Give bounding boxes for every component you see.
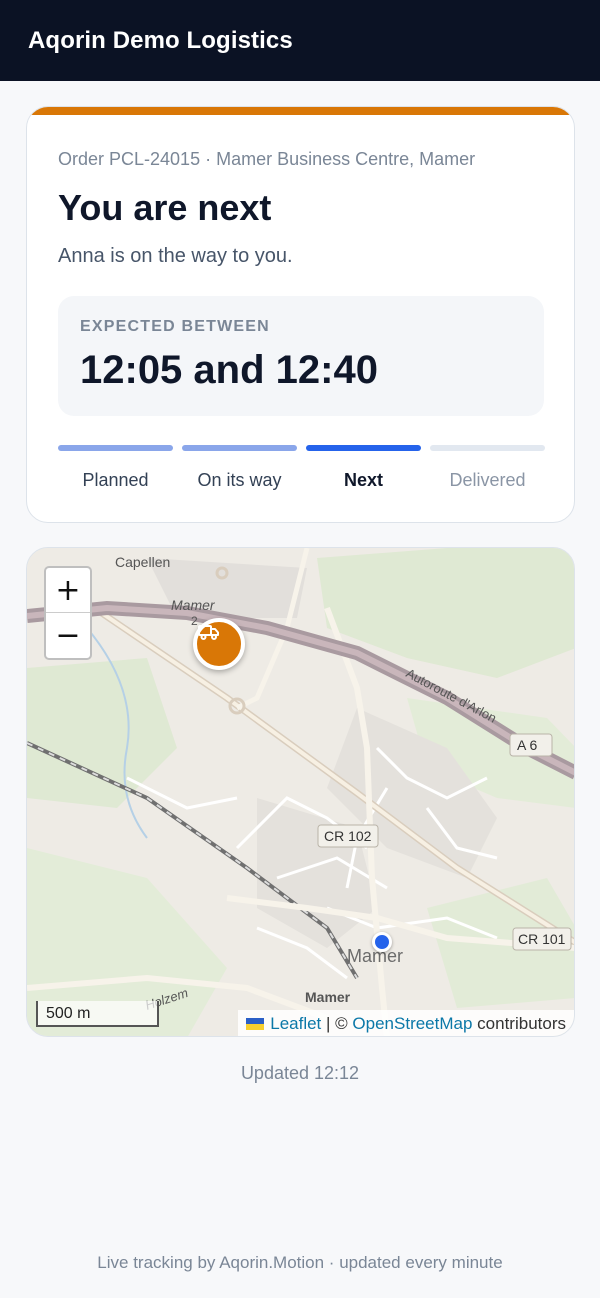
step-next: Next — [306, 445, 421, 495]
road-shield-cr102-label: CR 102 — [324, 828, 372, 844]
attribution-separator: | © — [326, 1014, 348, 1033]
last-updated: Updated 12:12 — [240, 1063, 360, 1083]
step-bar — [306, 445, 421, 451]
step-bar — [182, 445, 297, 451]
delivery-window: EXPECTED BETWEEN 12:05 and 12:40 — [58, 296, 544, 416]
tracking-map[interactable]: Capellen Mamer 2 Autoroute d'Arlon Holze… — [26, 547, 575, 1037]
status-subline: Anna is on the way to you. — [58, 245, 293, 267]
app-title: Aqorin Demo Logistics — [28, 26, 293, 54]
step-delivered: Delivered — [430, 445, 545, 495]
delivery-window-label: EXPECTED BETWEEN — [80, 318, 270, 335]
status-headline: You are next — [58, 187, 272, 228]
openstreetmap-link[interactable]: OpenStreetMap — [352, 1014, 472, 1033]
map-tiles[interactable]: Capellen Mamer 2 Autoroute d'Arlon Holze… — [27, 548, 575, 1037]
destination-marker[interactable] — [372, 932, 392, 952]
road-shield-a6-label: A 6 — [517, 737, 537, 753]
map-label-capellen: Capellen — [115, 554, 170, 570]
step-on-its-way: On its way — [182, 445, 297, 495]
map-zoom-control: + − — [44, 566, 92, 660]
step-bar — [58, 445, 173, 451]
progress-steps: Planned On its way Next Delivered — [58, 445, 545, 495]
order-line: Order PCL-24015 · Mamer Business Centre,… — [58, 149, 476, 169]
zoom-out-button[interactable]: − — [46, 613, 90, 658]
delivery-window-value: 12:05 and 12:40 — [80, 348, 378, 392]
road-shield-cr101-label: CR 101 — [518, 931, 566, 947]
delivery-status-card: Order PCL-24015 · Mamer Business Centre,… — [26, 106, 575, 523]
map-attribution: Leaflet | © OpenStreetMap contributors — [238, 1010, 574, 1036]
step-planned: Planned — [58, 445, 173, 495]
zoom-in-button[interactable]: + — [46, 568, 90, 613]
ukraine-flag-icon — [246, 1018, 265, 1030]
page-footer: Live tracking by Aqorin.Motion · updated… — [97, 1253, 503, 1272]
leaflet-link[interactable]: Leaflet — [270, 1014, 321, 1033]
step-label: Planned — [82, 470, 149, 490]
step-label: Delivered — [449, 470, 526, 490]
step-label: Next — [343, 470, 383, 490]
card-accent-bar — [27, 107, 574, 115]
step-bar — [430, 445, 545, 451]
truck-icon — [198, 625, 219, 640]
app-header: Aqorin Demo Logistics — [0, 0, 600, 81]
attribution-suffix: contributors — [477, 1014, 566, 1033]
driver-location-marker[interactable] — [193, 618, 245, 670]
map-label-mamer: Mamer — [305, 989, 351, 1005]
map-label-mamer-exit: Mamer — [171, 597, 216, 613]
map-scale-bar: 500 m — [36, 1001, 159, 1027]
step-label: On its way — [197, 470, 282, 490]
